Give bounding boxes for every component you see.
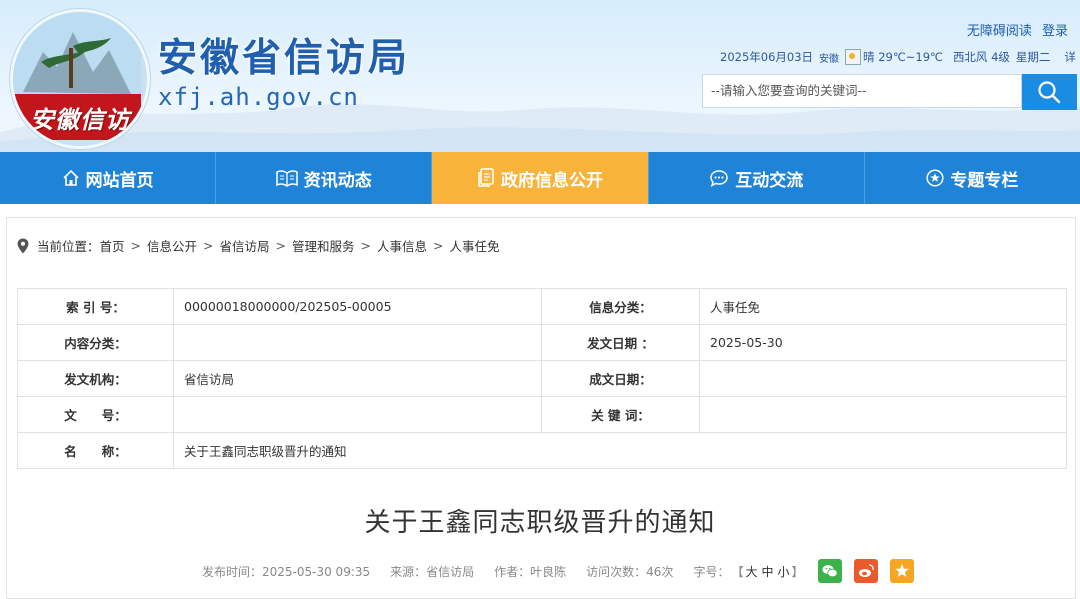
location-pin-icon [17, 238, 29, 253]
search-button[interactable] [1022, 74, 1077, 110]
meta-label: 发文日期 ： [541, 324, 700, 361]
meta-value: 2025-05-30 [699, 324, 1067, 361]
nav-label: 网站首页 [85, 170, 154, 191]
publish-time: 发布时间：2025-05-30 09:35 [202, 564, 371, 579]
weekday-text: 星期二 [1015, 50, 1051, 64]
table-row: 发文机构： 省信访局 成文日期： [17, 360, 1067, 397]
font-size-small[interactable]: 小 [778, 565, 790, 579]
weather-text: 晴 29℃~19℃ [863, 50, 943, 64]
main-nav: 网站首页 资讯动态 政府信息公开 互动交流 专题专栏 [0, 152, 1080, 204]
share-wechat-button[interactable] [817, 559, 842, 583]
meta-label: 文 号： [17, 396, 174, 433]
breadcrumb-item[interactable]: 人事信息 [377, 236, 427, 255]
article-source: 来源：省信访局 [390, 564, 475, 579]
meta-label: 发文机构： [17, 360, 174, 397]
logo-text: 安徽信访 [30, 105, 130, 134]
search-input[interactable]: --请输入您要查询的关键词-- [702, 74, 1022, 108]
table-row: 名 称： 关于王鑫同志职级晋升的通知 [17, 432, 1067, 469]
weibo-icon [858, 564, 874, 577]
font-size-label: 字号： [693, 564, 730, 579]
meta-label: 成文日期： [541, 360, 700, 397]
font-size-medium[interactable]: 中 [762, 565, 774, 579]
site-header: 安徽信访 安徽省信访局 xfj.ah.gov.cn 无障碍阅读 登录 2025年… [0, 0, 1080, 152]
breadcrumb-separator: > [275, 238, 287, 253]
breadcrumb-separator: > [203, 238, 214, 253]
font-size-selector: 【大中小】 [731, 564, 804, 579]
top-links: 无障碍阅读 登录 [961, 20, 1068, 39]
location-text: 安徽 [819, 53, 840, 65]
nav-item-news[interactable]: 资讯动态 [216, 152, 433, 204]
nav-label: 政府信息公开 [501, 170, 603, 191]
weather-more-link[interactable]: 详 [1064, 49, 1076, 65]
breadcrumb-item[interactable]: 人事任免 [450, 236, 500, 255]
breadcrumb-item[interactable]: 信息公开 [147, 236, 197, 255]
search-icon [1038, 81, 1061, 104]
article-author: 作者：叶良陈 [494, 564, 567, 579]
site-logo[interactable]: 安徽信访 [10, 9, 150, 149]
meta-label: 内容分类： [17, 324, 174, 361]
meta-value: 关于王鑫同志职级晋升的通知 [173, 432, 1067, 469]
star-icon [894, 564, 909, 577]
breadcrumb-separator: > [130, 238, 142, 253]
breadcrumb-item[interactable]: 管理和服务 [292, 236, 355, 255]
meta-label: 名 称： [17, 432, 174, 469]
font-size-large[interactable]: 大 [745, 565, 757, 579]
nav-item-special[interactable]: 专题专栏 [865, 152, 1080, 204]
breadcrumb-item[interactable]: 首页 [100, 236, 125, 255]
nav-item-gov-info[interactable]: 政府信息公开 [432, 152, 649, 204]
breadcrumb-separator: > [360, 238, 372, 253]
wind-text: 西北风 4级 [952, 50, 1010, 64]
meta-label: 关 键 词： [541, 396, 700, 433]
meta-label: 索 引 号： [17, 288, 174, 325]
share-weibo-button[interactable] [853, 559, 878, 583]
weather-sunny-icon [845, 49, 862, 65]
meta-value [173, 396, 542, 433]
nav-item-interaction[interactable]: 互动交流 [649, 152, 865, 204]
home-icon [63, 169, 79, 186]
wechat-icon [822, 565, 838, 578]
book-icon [276, 170, 298, 187]
meta-value: 人事任免 [699, 288, 1067, 325]
nav-label: 互动交流 [735, 170, 804, 191]
document-meta-table: 索 引 号： 00000018000000/202505-00005 信息分类：… [17, 288, 1067, 469]
meta-value [699, 396, 1067, 433]
table-row: 索 引 号： 00000018000000/202505-00005 信息分类：… [17, 288, 1067, 325]
meta-label: 信息分类： [541, 288, 700, 325]
date-weather-bar: 2025年06月03日 安徽 晴 29℃~19℃ 西北风 4级 星期二 详 [720, 49, 1076, 65]
nav-label: 资讯动态 [303, 170, 372, 191]
meta-value: 00000018000000/202505-00005 [173, 288, 542, 325]
view-count: 访问次数：46次 [586, 564, 674, 579]
meta-value [699, 360, 1067, 397]
breadcrumb-prefix: 当前位置： [37, 239, 100, 254]
table-row: 文 号： 关 键 词： [17, 396, 1067, 433]
nav-item-home[interactable]: 网站首页 [0, 152, 217, 204]
article-title: 关于王鑫同志职级晋升的通知 [364, 508, 716, 538]
article-meta-bar: 发布时间：2025-05-30 09:35 来源：省信访局 作者：叶良陈 访问次… [202, 559, 914, 583]
breadcrumb: 当前位置： 首页 > 信息公开 > 省信访局 > 管理和服务 > 人事信息 > … [17, 236, 500, 255]
share-favorite-button[interactable] [889, 559, 914, 583]
star-circle-icon [926, 169, 944, 187]
breadcrumb-item[interactable]: 省信访局 [220, 236, 270, 255]
document-icon [478, 168, 494, 187]
site-title: 安徽省信访局 [158, 36, 411, 81]
meta-value: 省信访局 [173, 360, 542, 397]
meta-value [173, 324, 542, 361]
accessibility-link[interactable]: 无障碍阅读 [967, 24, 1032, 39]
table-row: 内容分类： 发文日期 ： 2025-05-30 [17, 324, 1067, 361]
chat-icon [710, 170, 728, 187]
nav-label: 专题专栏 [950, 170, 1019, 191]
site-domain: xfj.ah.gov.cn [158, 83, 359, 111]
login-link[interactable]: 登录 [1042, 24, 1068, 39]
breadcrumb-separator: > [433, 238, 444, 253]
date-text: 2025年06月03日 [720, 50, 814, 64]
